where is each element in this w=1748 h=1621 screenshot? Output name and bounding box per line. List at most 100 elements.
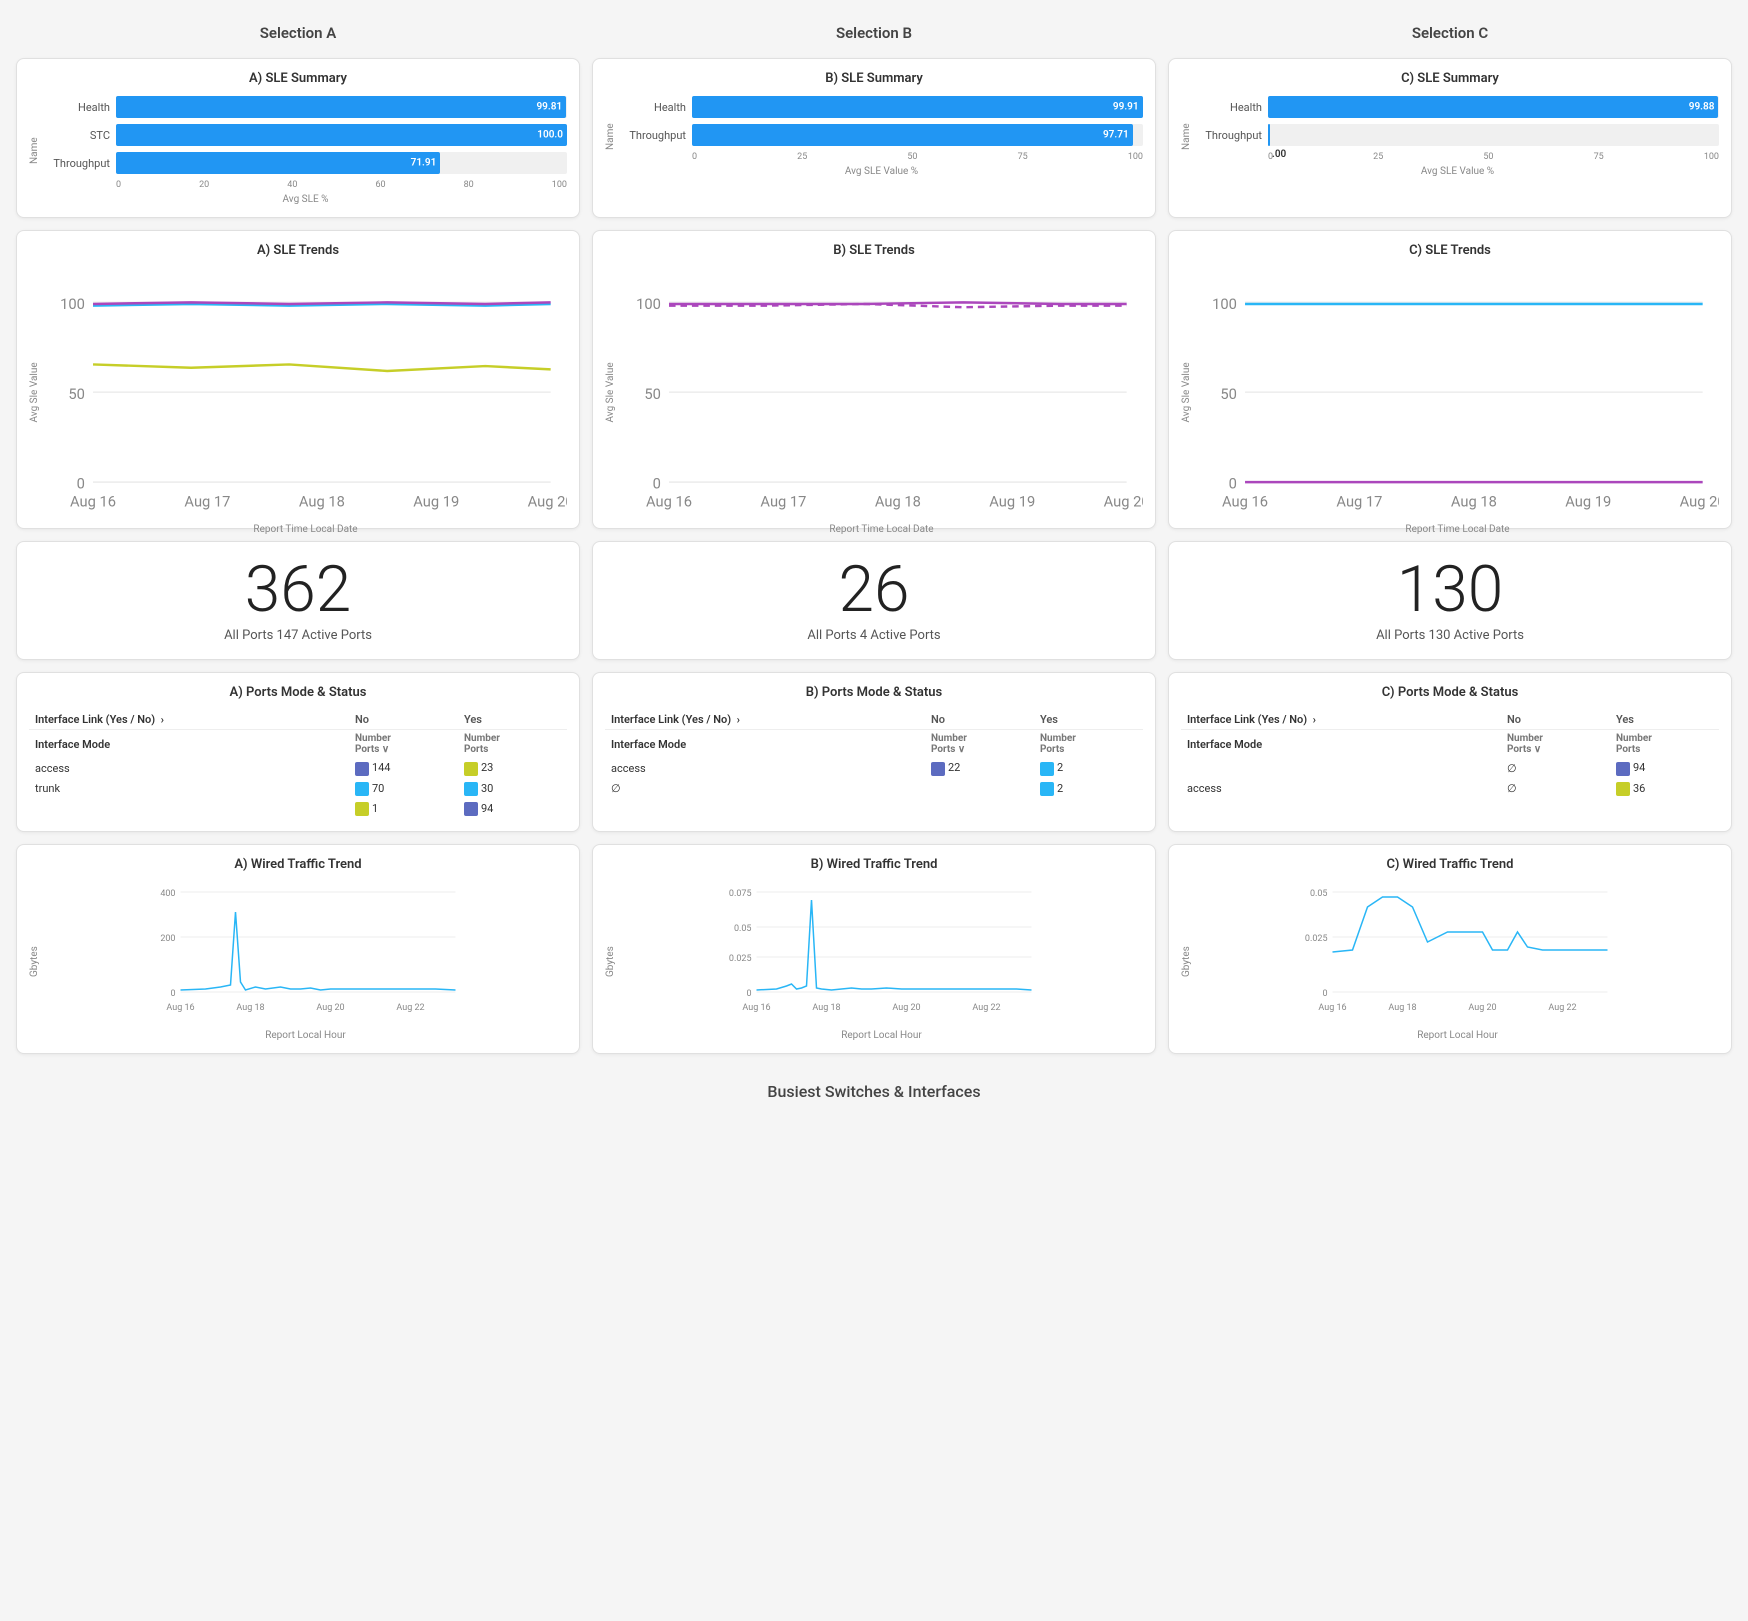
wired-traffic-c-title: C) Wired Traffic Trend — [1181, 857, 1719, 872]
sle-summary-a: A) SLE Summary Name Health 99.81 STC — [16, 58, 580, 218]
ports-mode-c-yes-header: Yes — [1610, 710, 1719, 730]
sle-value-health-b: 99.91 — [1113, 102, 1139, 113]
mode-cell: access — [605, 758, 925, 778]
svg-text:Aug 17: Aug 17 — [1336, 493, 1382, 511]
svg-text:100: 100 — [60, 295, 85, 313]
svg-text:Aug 22: Aug 22 — [396, 1003, 424, 1013]
selection-a-header: Selection A — [16, 16, 580, 46]
port-count-c-number: 130 — [1185, 558, 1715, 622]
port-count-a: 362 All Ports 147 Active Ports — [16, 541, 580, 660]
sle-trends-b-chart: Avg Sle Value 100 50 0 Aug 16 — [605, 268, 1143, 516]
yes-cell: 30 — [458, 779, 567, 799]
ports-mode-b-no-sub: NumberPorts ∨ — [931, 733, 1028, 755]
svg-text:0.05: 0.05 — [734, 924, 752, 934]
sle-trends-b-title: B) SLE Trends — [605, 243, 1143, 258]
ports-mode-c-no-header: No — [1501, 710, 1610, 730]
svg-text:Aug 19: Aug 19 — [1565, 493, 1611, 511]
sle-track-health-c: 99.88 — [1268, 96, 1719, 118]
sle-fill-throughput-c — [1268, 124, 1270, 146]
ports-mode-b: B) Ports Mode & Status Interface Link (Y… — [592, 672, 1156, 831]
mode-cell: access — [29, 758, 349, 778]
wired-traffic-b: B) Wired Traffic Trend Gbytes 0.075 0.05… — [592, 844, 1156, 1054]
sle-trends-a-title: A) SLE Trends — [29, 243, 567, 258]
table-row: access 22 2 — [605, 758, 1143, 778]
port-count-b: 26 All Ports 4 Active Ports — [592, 541, 1156, 660]
sle-trends-c-chart: Avg Sle Value 100 50 0 Aug 16 — [1181, 268, 1719, 516]
wired-traffic-c-svg: 0.05 0.025 0 Aug 16 Aug 18 Aug 20 Aug 22 — [1196, 882, 1719, 1022]
sle-value-stc-a: 100.0 — [537, 130, 563, 141]
sle-fill-throughput-a: 71.91 — [116, 152, 440, 174]
svg-text:50: 50 — [644, 385, 661, 403]
wired-traffic-b-ylabel: Gbytes — [605, 882, 616, 1041]
port-count-a-number: 362 — [33, 558, 563, 622]
sle-summary-c-title: C) SLE Summary — [1181, 71, 1719, 86]
ports-mode-c-mode-label: Interface Mode — [1181, 730, 1501, 759]
no-cell: ∅ — [1501, 779, 1610, 799]
ports-mode-c-table: Interface Link (Yes / No) › No Yes Inter… — [1181, 710, 1719, 798]
svg-text:Aug 20: Aug 20 — [1680, 493, 1719, 511]
svg-text:0: 0 — [746, 989, 751, 999]
wired-traffic-c-chart: Gbytes 0.05 0.025 0 Aug 16 Aug 18 Aug 20 — [1181, 882, 1719, 1041]
ports-mode-a-yes-sub: NumberPorts — [464, 733, 561, 755]
sle-summary-a-title: A) SLE Summary — [29, 71, 567, 86]
no-cell: 1 — [349, 799, 458, 819]
ports-mode-a: A) Ports Mode & Status Interface Link (Y… — [16, 672, 580, 831]
sle-trends-b-xlabel: Report Time Local Date — [620, 524, 1143, 535]
svg-text:Aug 20: Aug 20 — [528, 493, 567, 511]
sle-trends-a-ylabel: Avg Sle Value — [29, 268, 40, 516]
svg-text:Aug 20: Aug 20 — [892, 1003, 920, 1013]
section-headers: Selection A Selection B Selection C — [16, 16, 1732, 46]
sle-value-throughput-a: 71.91 — [411, 158, 437, 169]
sle-summary-b-chart: Name Health 99.91 Throughput — [605, 96, 1143, 177]
no-cell: 22 — [925, 758, 1034, 778]
table-row: ∅ 94 — [1181, 758, 1719, 778]
svg-text:Aug 19: Aug 19 — [989, 493, 1035, 511]
ports-mode-c-no-sub: NumberPorts ∨ — [1507, 733, 1604, 755]
sle-summary-b-ylabel: Name — [605, 96, 616, 177]
wired-traffic-a-title: A) Wired Traffic Trend — [29, 857, 567, 872]
svg-text:Aug 17: Aug 17 — [184, 493, 230, 511]
sle-trends-c-svg: 100 50 0 Aug 16 Aug 17 Aug 18 Aug 19 Aug… — [1196, 268, 1719, 516]
ports-mode-b-mode-label: Interface Mode — [605, 730, 925, 759]
sle-xlabel-c: Avg SLE Value % — [1196, 166, 1719, 177]
svg-text:Aug 18: Aug 18 — [875, 493, 921, 511]
svg-text:Aug 18: Aug 18 — [299, 493, 345, 511]
no-cell: 144 — [349, 758, 458, 778]
mode-cell: access — [1181, 779, 1501, 799]
svg-text:Aug 18: Aug 18 — [236, 1003, 264, 1013]
sle-trends-row: A) SLE Trends Avg Sle Value 100 50 0 — [16, 230, 1732, 529]
mode-cell: trunk — [29, 779, 349, 799]
sle-summary-c-chart: Name Health 99.88 Throughput — [1181, 96, 1719, 177]
sle-label-health-c: Health — [1196, 101, 1268, 114]
color-swatch — [355, 802, 369, 816]
sle-summary-a-ylabel: Name — [29, 96, 40, 205]
sle-trends-c-xlabel: Report Time Local Date — [1196, 524, 1719, 535]
mode-cell — [1181, 758, 1501, 778]
wired-traffic-b-xlabel: Report Local Hour — [620, 1030, 1143, 1041]
mode-cell: ∅ — [605, 779, 925, 799]
ports-mode-b-link-label: Interface Link (Yes / No) › — [605, 710, 925, 730]
svg-text:200: 200 — [160, 934, 175, 944]
color-swatch — [355, 782, 369, 796]
sle-trends-a-chart: Avg Sle Value 100 50 0 — [29, 268, 567, 516]
wired-traffic-c: C) Wired Traffic Trend Gbytes 0.05 0.025… — [1168, 844, 1732, 1054]
ports-mode-row: A) Ports Mode & Status Interface Link (Y… — [16, 672, 1732, 831]
sle-label-health-a: Health — [44, 101, 116, 114]
sle-summary-a-chart: Name Health 99.81 STC — [29, 96, 567, 205]
svg-text:Aug 18: Aug 18 — [1388, 1003, 1416, 1013]
yes-cell: 2 — [1034, 758, 1143, 778]
sle-bar-throughput-c: Throughput .00 — [1196, 124, 1719, 146]
footer-title: Busiest Switches & Interfaces — [16, 1066, 1732, 1109]
sle-fill-health-a: 99.81 — [116, 96, 566, 118]
sle-bar-throughput-a: Throughput 71.91 — [44, 152, 567, 174]
ports-mode-a-title: A) Ports Mode & Status — [29, 685, 567, 700]
sle-fill-health-b: 99.91 — [692, 96, 1143, 118]
sle-summary-c: C) SLE Summary Name Health 99.88 Through… — [1168, 58, 1732, 218]
wired-traffic-a-ylabel: Gbytes — [29, 882, 40, 1041]
sle-summary-b-title: B) SLE Summary — [605, 71, 1143, 86]
svg-text:Aug 20: Aug 20 — [1104, 493, 1143, 511]
sle-fill-throughput-b: 97.71 — [692, 124, 1133, 146]
port-count-b-sub: All Ports 4 Active Ports — [609, 628, 1139, 643]
sle-trends-c-title: C) SLE Trends — [1181, 243, 1719, 258]
table-row: trunk 70 30 — [29, 779, 567, 799]
